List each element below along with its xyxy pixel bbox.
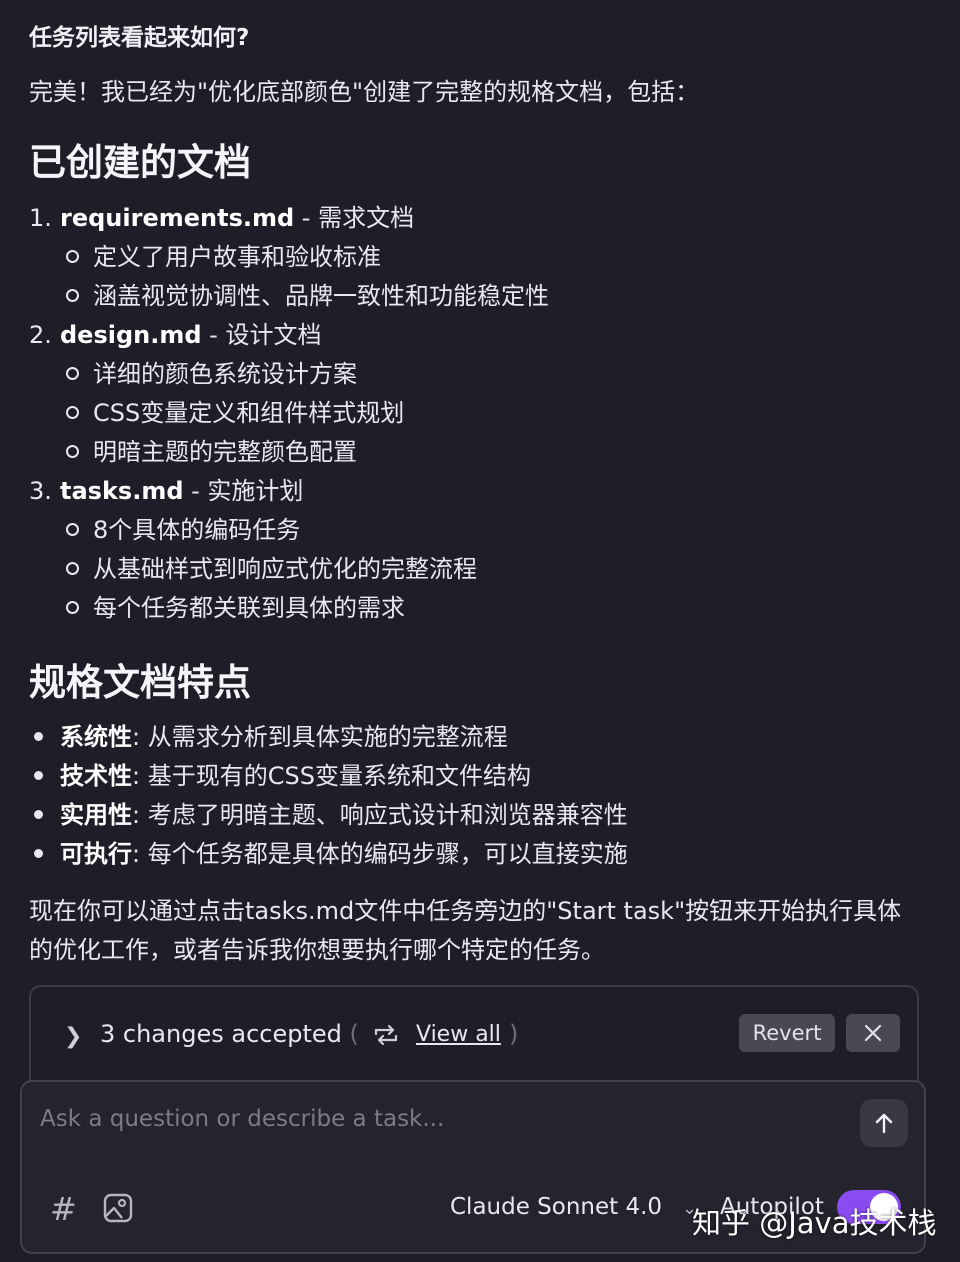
response-outro: 现在你可以通过点击tasks.md文件中任务旁边的"Start task"按钮来…	[29, 897, 902, 964]
list-item: 2. design.md - 设计文档	[29, 321, 322, 349]
close-icon	[864, 1024, 882, 1042]
sub-list-item: 每个任务都关联到具体的需求	[66, 591, 405, 625]
arrow-up-icon	[875, 1113, 893, 1134]
feature-item: 可执行: 每个任务都是具体的编码步骤，可以直接实施	[34, 837, 628, 871]
user-question: 任务列表看起来如何?	[29, 25, 250, 51]
heading-created-docs: 已创建的文档	[29, 141, 251, 184]
revert-button[interactable]: Revert	[739, 1014, 835, 1052]
file-name: tasks.md	[60, 477, 184, 505]
sub-list-item: 详细的颜色系统设计方案	[66, 357, 357, 391]
sub-list-item: 涵盖视觉协调性、品牌一致性和功能稳定性	[66, 279, 549, 313]
feature-item: 系统性: 从需求分析到具体实施的完整流程	[34, 720, 508, 754]
response-intro: 完美！我已经为"优化底部颜色"创建了完整的规格文档，包括：	[29, 78, 700, 106]
changes-summary: 3 changes accepted	[100, 1020, 342, 1048]
view-all-link[interactable]: View all	[416, 1022, 501, 1047]
feature-item: 技术性: 基于现有的CSS变量系统和文件结构	[34, 759, 531, 793]
sub-list-item: 明暗主题的完整颜色配置	[66, 435, 357, 469]
chevron-right-icon[interactable]: ❯	[64, 1024, 82, 1049]
sub-list-item: CSS变量定义和组件样式规划	[66, 396, 404, 430]
list-item: 3. tasks.md - 实施计划	[29, 477, 304, 505]
dismiss-button[interactable]	[846, 1014, 900, 1052]
sub-list-item: 8个具体的编码任务	[66, 513, 300, 547]
sub-list-item: 定义了用户故事和验收标准	[66, 240, 381, 274]
sync-icon	[374, 1024, 398, 1046]
file-name: requirements.md	[60, 204, 295, 232]
file-name: design.md	[60, 321, 202, 349]
sub-list-item: 从基础样式到响应式优化的完整流程	[66, 552, 477, 586]
feature-item: 实用性: 考虑了明暗主题、响应式设计和浏览器兼容性	[34, 798, 628, 832]
watermark: 知乎 @Java技术栈	[692, 1206, 937, 1240]
image-icon[interactable]	[102, 1192, 134, 1224]
send-button[interactable]	[860, 1099, 908, 1147]
hash-icon[interactable]: #	[50, 1190, 77, 1228]
heading-features: 规格文档特点	[29, 661, 251, 704]
model-selector[interactable]: Claude Sonnet 4.0	[450, 1194, 662, 1220]
list-item: 1. requirements.md - 需求文档	[29, 204, 415, 232]
chat-input[interactable]: Ask a question or describe a task...	[40, 1106, 444, 1132]
